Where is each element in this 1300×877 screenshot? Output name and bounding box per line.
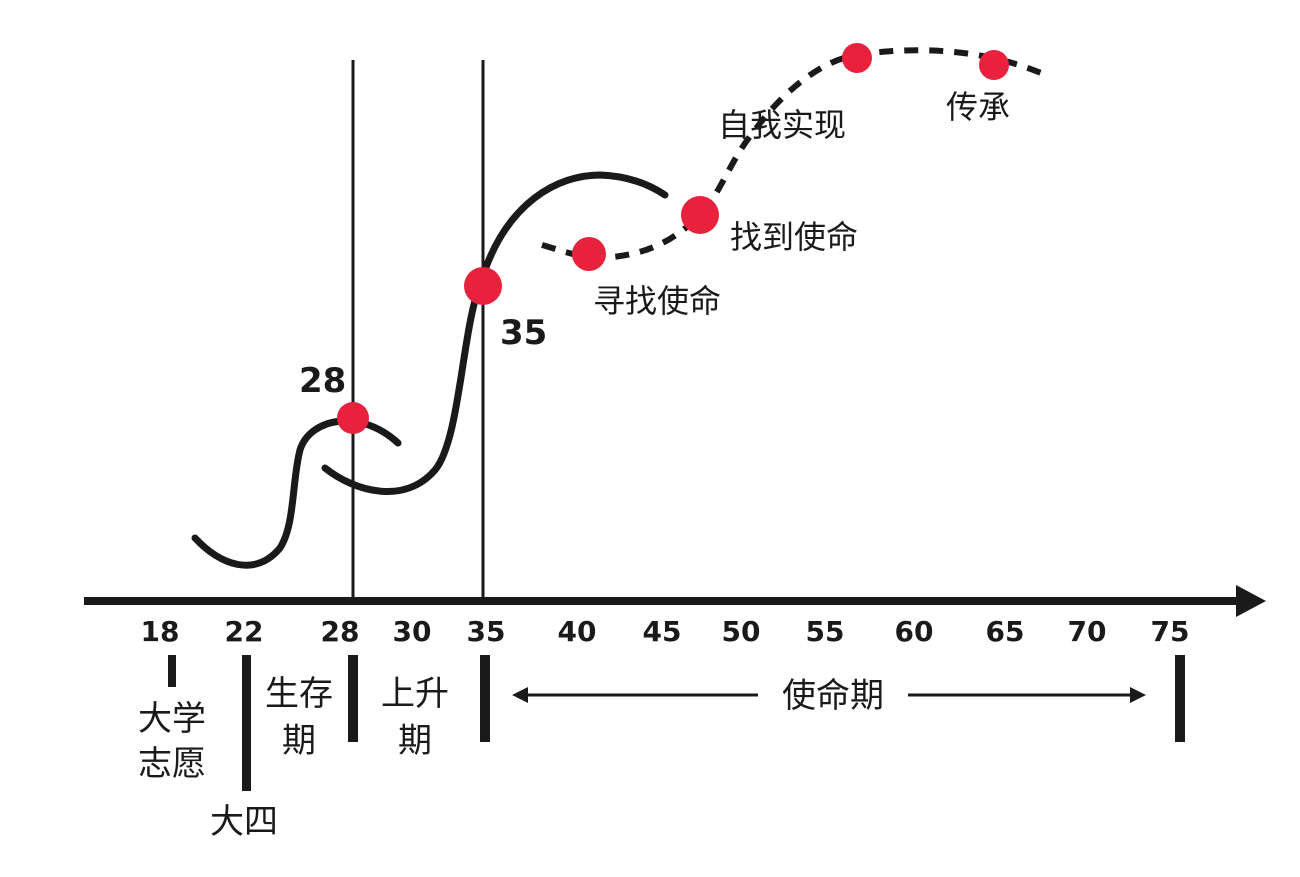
stage-survival-line2: 期 [282,721,316,761]
tick-label: 60 [895,615,934,648]
early-curve [191,417,402,569]
stage-bar-28 [348,655,358,742]
marker-28: 28 [299,361,346,401]
stage-mission: 使命期 [782,676,884,716]
marker-35: 35 [500,313,547,353]
tick-label: 70 [1068,615,1107,648]
label-seek-mission: 寻找使命 [593,282,721,320]
tick-label: 50 [722,615,761,648]
tick-label: 55 [806,615,845,648]
mission-arrowhead-right [1130,687,1146,703]
tick-label: 40 [558,615,597,648]
stage-survival-line1: 生存 [265,674,333,714]
tick-label: 18 [141,615,180,648]
diagram-canvas: 28 35 寻找使命 找到使命 自我实现 传承 18 22 28 30 35 4… [84,43,1266,842]
label-legacy: 传承 [946,88,1010,126]
tick-label: 22 [225,615,264,648]
dot-self-realization [842,43,872,73]
tick-label: 35 [467,615,506,648]
rising-curve [321,171,669,495]
stage-rising-line2: 期 [398,721,432,761]
dot-legacy [979,50,1009,80]
stage-bar-22 [242,655,251,791]
label-found-mission: 找到使命 [730,218,858,256]
dot-age-35 [464,267,502,305]
mission-arrowhead-left [512,687,528,703]
tick-label: 45 [643,615,682,648]
tick-label: 30 [393,615,432,648]
stage-college-line1: 大学 [138,699,206,739]
stage-bar-18 [168,655,176,687]
stage-bar-35 [480,655,490,742]
dot-seek-mission [572,237,606,271]
x-axis-arrowhead [1236,585,1266,617]
stage-bar-75 [1175,655,1185,742]
stage-senior: 大四 [210,802,278,842]
tick-label: 75 [1151,615,1190,648]
label-self-realization: 自我实现 [718,106,846,144]
tick-label: 28 [321,615,360,648]
stage-rising-line1: 上升 [381,674,449,714]
tick-label: 65 [986,615,1025,648]
stage-college-line2: 志愿 [138,744,206,784]
life-stage-diagram: 28 35 寻找使命 找到使命 自我实现 传承 18 22 28 30 35 4… [0,0,1300,877]
dot-found-mission [681,196,719,234]
dot-age-28 [337,402,369,434]
